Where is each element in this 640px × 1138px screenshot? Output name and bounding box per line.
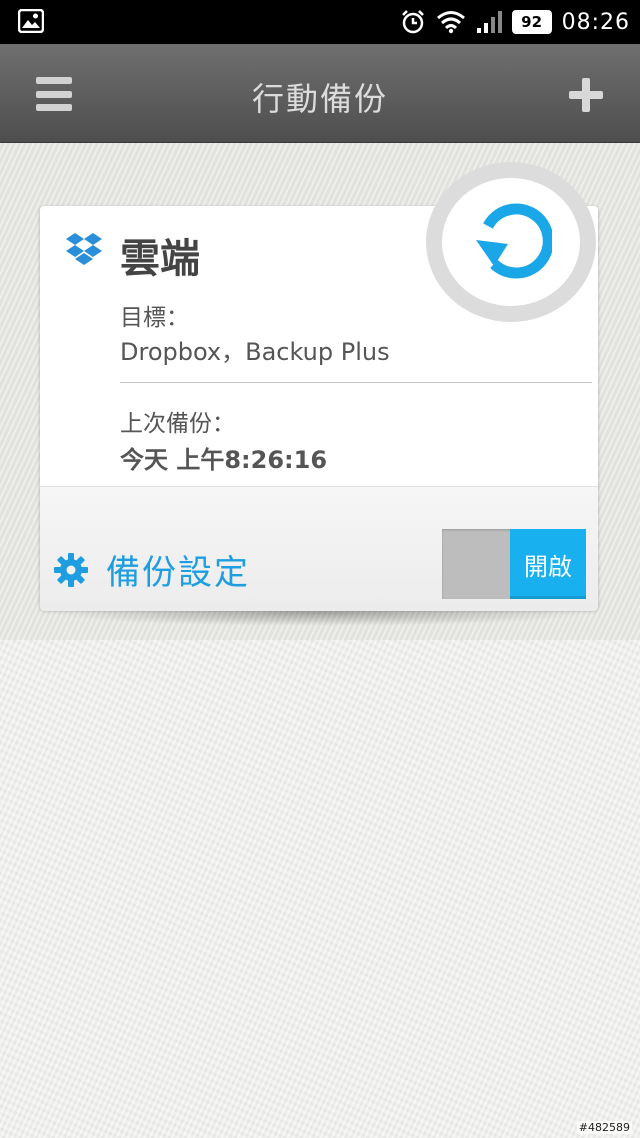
last-backup-value: 今天 上午8:26:16 [120,446,328,474]
toggle-on-label: 開啟 [510,529,586,599]
backup-toggle[interactable]: 開啟 [442,529,586,599]
sync-button-face [442,178,580,306]
card-divider [120,382,592,383]
battery-indicator: 92 [511,10,552,34]
gear-icon [54,552,88,587]
page-title: 行動備份 [251,80,388,118]
card-title: 雲端 [120,236,200,282]
status-bar: 92 08:26 [0,0,640,44]
backup-settings-button[interactable]: 備份設定 [52,545,250,594]
sync-button[interactable] [426,162,596,322]
wifi-icon [436,11,465,34]
watermark: #482589 [576,1121,632,1134]
gallery-icon [18,9,44,33]
action-bar: 行動備份 [0,44,640,143]
card-footer: 備份設定 開啟 [40,486,598,611]
alarm-icon [401,10,424,34]
sync-icon [476,203,552,279]
plus-icon[interactable] [569,78,603,112]
backup-settings-label: 備份設定 [106,553,250,593]
last-backup-label: 上次備份： [120,411,235,437]
page-background [0,640,640,1138]
dropbox-icon [66,233,102,265]
status-time: 08:26 [561,9,630,35]
target-label: 目標： [120,305,189,331]
target-value: Dropbox，Backup Plus [120,338,390,366]
signal-icon [476,11,502,33]
